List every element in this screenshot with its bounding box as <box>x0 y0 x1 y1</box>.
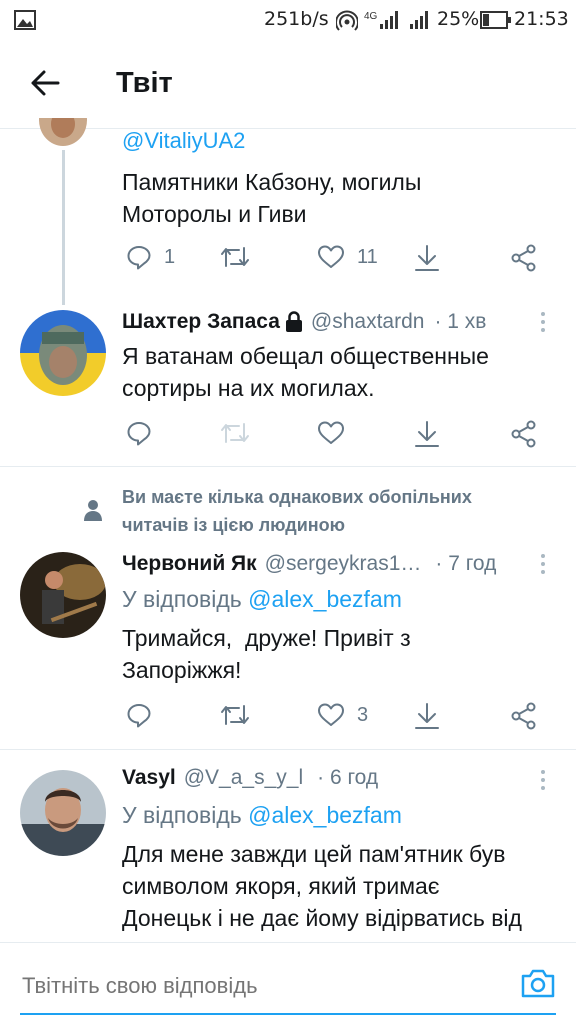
status-bar: 251b/s 4G 25% 21:53 <box>0 0 576 40</box>
network-speed: 251b/s <box>264 8 329 30</box>
tweet-text: Памятники Кабзону, могилы Моторолы и Гив… <box>122 169 422 227</box>
input-underline <box>20 1013 556 1015</box>
reply-button[interactable] <box>126 420 152 446</box>
heart-icon <box>318 703 344 726</box>
tweet-text: Я ватанам обещал общественные сортиры на… <box>122 343 489 401</box>
tweet-handle[interactable]: @VitaliyUA2 <box>122 128 245 154</box>
signal-icon-1 <box>380 11 398 29</box>
author-name[interactable]: Шахтер Запаса <box>122 310 280 334</box>
share-button[interactable] <box>511 420 537 448</box>
share-download-button[interactable] <box>414 702 440 730</box>
app-header: Твіт <box>0 40 576 129</box>
tweet-actions: 3 <box>0 702 576 736</box>
tweet-text: Для мене завжди цей пам'ятник був символ… <box>122 841 522 931</box>
reply-icon <box>127 704 151 728</box>
author-name[interactable]: Червоний Як <box>122 552 257 576</box>
share-download-button[interactable] <box>414 420 440 448</box>
person-icon <box>84 500 102 521</box>
author-handle[interactable]: @sergeykras1… <box>265 552 422 576</box>
reply-icon <box>127 422 151 446</box>
signal-icon-2 <box>410 11 428 29</box>
network-type: 4G <box>364 11 378 22</box>
camera-icon[interactable] <box>520 967 556 999</box>
avatar[interactable] <box>20 770 106 856</box>
gallery-notification-icon <box>14 10 36 30</box>
avatar-partial[interactable] <box>38 118 88 148</box>
more-options-icon[interactable] <box>540 554 546 578</box>
more-options-icon[interactable] <box>540 770 546 794</box>
retweet-icon <box>221 705 249 725</box>
reply-context: У відповідь @alex_bezfam <box>122 586 402 612</box>
thread-line <box>62 150 65 305</box>
clock: 21:53 <box>514 8 569 30</box>
reply-button[interactable]: 1 <box>126 244 175 270</box>
download-icon <box>415 703 439 729</box>
divider <box>0 749 576 750</box>
tweet-time: · 1 хв <box>434 310 487 333</box>
reply-input[interactable] <box>20 965 494 1007</box>
reply-context: У відповідь @alex_bezfam <box>122 802 402 828</box>
reply-count: 1 <box>164 245 176 268</box>
author-handle[interactable]: @V_a_s_y_l <box>184 766 303 790</box>
retweet-icon <box>221 423 249 443</box>
back-arrow-icon[interactable] <box>30 69 60 97</box>
retweet-button-disabled <box>219 420 251 446</box>
tweet-text: Тримайся, друже! Привіт з Запоріжжя! <box>122 625 411 683</box>
more-options-icon[interactable] <box>540 312 546 336</box>
like-button[interactable] <box>317 420 345 446</box>
tweet-meta: Шахтер Запаса @shaxtardn · 1 хв <box>122 310 486 334</box>
follow-context-note: Ви маєте кілька однакових обопільних чит… <box>122 487 472 535</box>
tweet-meta: Червоний Як @sergeykras1… · 7 год <box>122 552 496 576</box>
page-title: Твіт <box>116 67 173 99</box>
tweet-actions <box>0 420 576 454</box>
reply-icon <box>127 246 151 270</box>
reply-to-link[interactable]: @alex_bezfam <box>248 586 402 612</box>
download-icon <box>415 421 439 447</box>
tweet-actions: 1 11 <box>0 244 576 278</box>
share-icon <box>511 702 536 730</box>
retweet-button[interactable] <box>219 244 251 270</box>
tweet-time: · 6 год <box>317 766 379 789</box>
share-download-button[interactable] <box>414 244 440 272</box>
heart-icon <box>318 245 344 268</box>
like-count: 3 <box>357 703 369 726</box>
divider <box>0 466 576 467</box>
reply-button[interactable] <box>126 702 152 728</box>
lock-icon <box>285 311 302 332</box>
retweet-icon <box>221 247 249 267</box>
retweet-button[interactable] <box>219 702 251 728</box>
battery-icon <box>480 11 511 29</box>
reply-composer[interactable] <box>0 942 576 1025</box>
battery-percent: 25% <box>437 8 480 30</box>
author-handle[interactable]: @shaxtardn <box>311 310 425 334</box>
heart-icon <box>318 421 344 444</box>
share-icon <box>511 420 536 448</box>
tweet-time: · 7 год <box>435 552 497 575</box>
author-name[interactable]: Vasyl <box>122 766 176 790</box>
like-button[interactable]: 11 <box>317 244 378 270</box>
like-button[interactable]: 3 <box>317 702 368 728</box>
share-button[interactable] <box>511 244 537 272</box>
like-count: 11 <box>357 245 378 268</box>
download-icon <box>415 245 439 271</box>
share-icon <box>511 244 536 272</box>
avatar[interactable] <box>20 310 106 396</box>
share-button[interactable] <box>511 702 537 730</box>
reply-to-link[interactable]: @alex_bezfam <box>248 802 402 828</box>
tweet-meta: Vasyl @V_a_s_y_l · 6 год <box>122 766 378 790</box>
avatar[interactable] <box>20 552 106 638</box>
hotspot-icon <box>336 10 358 31</box>
